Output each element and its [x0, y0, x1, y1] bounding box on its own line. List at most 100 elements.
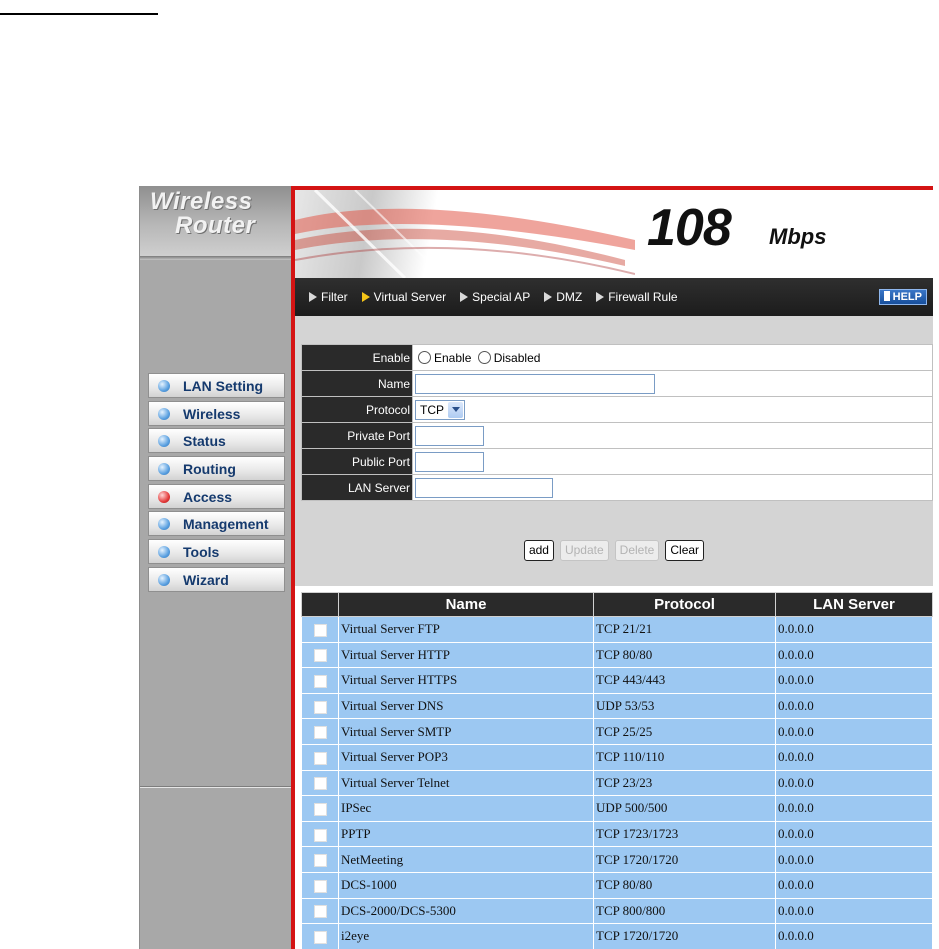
row-checkbox[interactable] — [313, 649, 327, 663]
row-select-cell — [301, 923, 339, 949]
row-checkbox[interactable] — [313, 828, 327, 842]
protocol-cell: TCP 800/800 — [593, 897, 776, 925]
main-panel: 108 Mbps Filter Virtual Server Special A… — [291, 186, 933, 949]
help-button[interactable]: HELP — [878, 289, 927, 305]
sidebar-item-label: Wizard — [183, 571, 229, 588]
column-header-lan-server: LAN Server — [775, 592, 933, 617]
public-port-input[interactable] — [415, 451, 484, 472]
select-column-header — [301, 592, 339, 617]
name-input[interactable] — [415, 373, 655, 394]
bullet-icon — [158, 573, 170, 586]
table-row: Virtual Server POP3 TCP 110/110 0.0.0.0 — [301, 743, 933, 771]
private-port-label: Private Port — [301, 422, 413, 449]
row-checkbox[interactable] — [313, 777, 327, 791]
protocol-cell: TCP 110/110 — [593, 743, 776, 771]
sidebar-item-tools[interactable]: Tools — [148, 539, 285, 565]
column-header-name: Name — [338, 592, 594, 617]
sidebar-item-management[interactable]: Management — [148, 511, 285, 537]
speed-label: 108 — [647, 199, 732, 257]
lan-server-label: LAN Server — [301, 474, 413, 501]
brand-line2: Router — [175, 212, 256, 239]
delete-button[interactable]: Delete — [614, 540, 660, 561]
row-checkbox[interactable] — [313, 675, 327, 688]
table-row: i2eye TCP 1720/1720 0.0.0.0 — [301, 923, 933, 949]
tab-bar: Filter Virtual Server Special AP DMZ Fir… — [295, 278, 933, 316]
brand-divider — [140, 256, 292, 260]
public-port-label: Public Port — [301, 448, 413, 475]
disabled-radio[interactable] — [477, 350, 491, 364]
private-port-input[interactable] — [415, 425, 484, 446]
enable-radio[interactable] — [418, 350, 431, 364]
banner: 108 Mbps — [295, 190, 933, 278]
bullet-icon — [158, 463, 170, 476]
add-button[interactable]: add — [523, 540, 554, 561]
name-cell: Virtual Server DNS — [338, 692, 594, 720]
name-cell: i2eye — [338, 923, 594, 949]
row-select-cell — [301, 846, 339, 873]
row-checkbox[interactable] — [313, 751, 327, 765]
lan-server-cell: 0.0.0.0 — [775, 692, 933, 720]
sidebar-item-status[interactable]: Status — [148, 428, 285, 454]
row-checkbox[interactable] — [313, 700, 327, 714]
row-checkbox[interactable] — [313, 854, 327, 868]
row-select-cell — [301, 820, 339, 848]
clear-button[interactable]: Clear — [665, 540, 705, 561]
router-frame: Wireless Router LAN Setting Wireless Sta… — [139, 186, 933, 949]
tab-firewall-rule[interactable]: Firewall Rule — [596, 290, 678, 304]
update-button[interactable]: Update — [559, 540, 609, 561]
lan-server-input[interactable] — [415, 477, 553, 498]
triangle-right-icon — [544, 292, 553, 302]
banner-swoosh-graphic — [295, 190, 635, 278]
disabled-option-label: Disabled — [493, 350, 541, 365]
lan-server-cell: 0.0.0.0 — [775, 769, 933, 797]
row-checkbox[interactable] — [313, 879, 327, 893]
protocol-value: TCP — [420, 402, 444, 417]
protocol-cell: UDP 53/53 — [593, 692, 776, 720]
table-row: DCS-1000 TCP 80/80 0.0.0.0 — [301, 871, 933, 899]
bullet-active-icon — [158, 490, 170, 503]
sidebar-item-label: Status — [183, 433, 226, 450]
protocol-cell: TCP 80/80 — [593, 871, 776, 899]
bullet-icon — [158, 407, 170, 420]
sidebar-item-lan-setting[interactable]: LAN Setting — [148, 373, 285, 398]
row-select-cell — [301, 692, 339, 720]
sidebar-item-routing[interactable]: Routing — [148, 456, 285, 482]
row-checkbox[interactable] — [313, 623, 327, 637]
row-checkbox[interactable] — [313, 930, 327, 944]
sidebar-item-wizard[interactable]: Wizard — [148, 566, 285, 592]
row-select-cell — [301, 769, 339, 797]
protocol-cell: TCP 443/443 — [593, 667, 776, 694]
triangle-right-icon — [361, 292, 370, 302]
row-select-cell — [301, 616, 339, 643]
tab-special-ap[interactable]: Special AP — [460, 290, 530, 304]
protocol-cell: TCP 1720/1720 — [593, 923, 776, 949]
table-row: Virtual Server FTP TCP 21/21 0.0.0.0 — [301, 616, 933, 643]
name-cell: Virtual Server HTTPS — [338, 667, 594, 694]
form-table: Enable Enable Disabled Name Protocol TCP… — [301, 344, 933, 501]
protocol-select[interactable]: TCP — [415, 399, 465, 420]
row-checkbox[interactable] — [313, 905, 327, 919]
tab-virtual-server[interactable]: Virtual Server — [361, 290, 447, 304]
lan-server-cell: 0.0.0.0 — [775, 743, 933, 771]
sidebar-item-access[interactable]: Access — [148, 483, 285, 509]
table-row: NetMeeting TCP 1720/1720 0.0.0.0 — [301, 846, 933, 873]
tab-filter[interactable]: Filter — [309, 290, 348, 304]
tab-label: Virtual Server — [373, 290, 447, 304]
sidebar-item-wireless[interactable]: Wireless — [148, 400, 285, 426]
sidebar: Wireless Router LAN Setting Wireless Sta… — [139, 186, 292, 949]
row-select-cell — [301, 795, 339, 822]
row-checkbox[interactable] — [313, 802, 327, 816]
table-row: Virtual Server SMTP TCP 25/25 0.0.0.0 — [301, 718, 933, 745]
bullet-icon — [158, 435, 170, 448]
tab-dmz[interactable]: DMZ — [544, 290, 582, 304]
chevron-down-icon — [448, 401, 463, 418]
table-row: DCS-2000/DCS-5300 TCP 800/800 0.0.0.0 — [301, 897, 933, 925]
row-checkbox[interactable] — [313, 726, 327, 740]
protocol-cell: TCP 25/25 — [593, 718, 776, 745]
sidebar-item-label: Tools — [183, 544, 220, 561]
triangle-right-icon — [309, 292, 317, 302]
lan-server-cell: 0.0.0.0 — [775, 820, 933, 848]
protocol-cell: TCP 21/21 — [593, 616, 776, 643]
sidebar-item-label: Management — [183, 516, 269, 533]
protocol-label: Protocol — [301, 396, 413, 423]
